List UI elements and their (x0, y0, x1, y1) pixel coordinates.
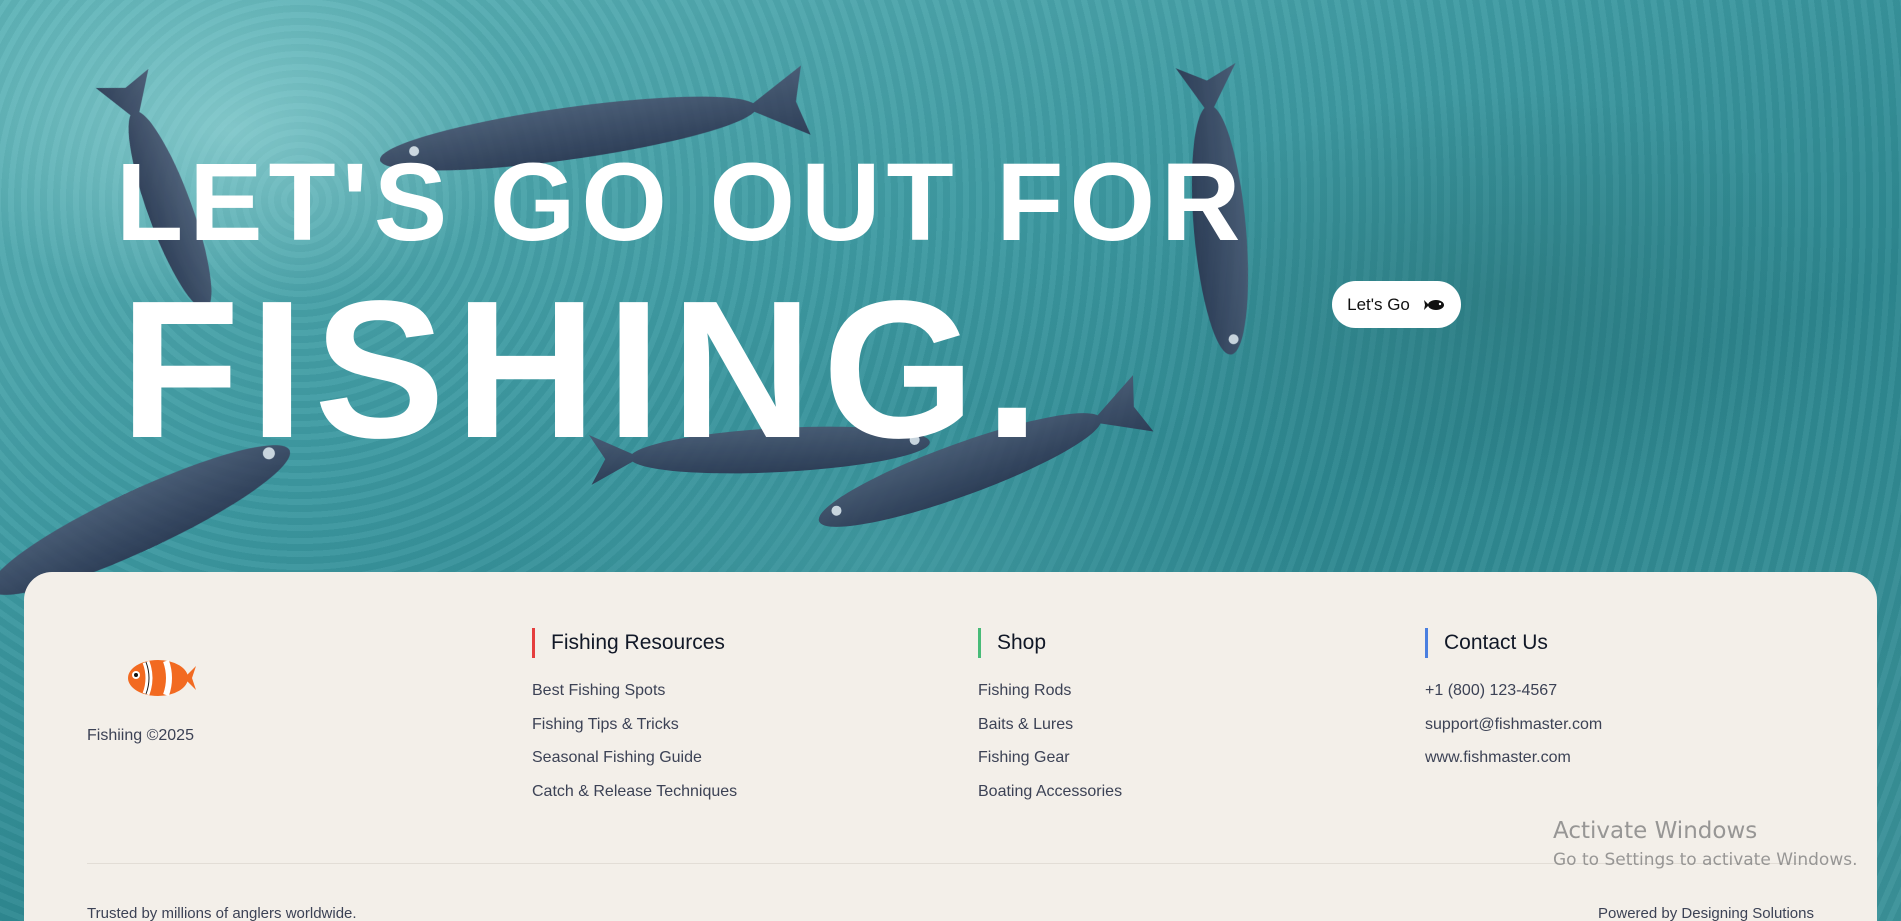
footer-column-heading: Fishing Resources (532, 628, 737, 658)
accent-bar (1425, 628, 1428, 658)
footer-credit: Powered by Designing Solutions (1598, 905, 1814, 921)
contact-website-link[interactable]: www.fishmaster.com (1425, 749, 1602, 783)
lets-go-label: Let's Go (1347, 294, 1410, 314)
footer-link-fishing-rods[interactable]: Fishing Rods (978, 682, 1122, 716)
heading-label: Contact Us (1444, 631, 1548, 654)
footer-link-seasonal-guide[interactable]: Seasonal Fishing Guide (532, 749, 737, 783)
contact-phone-link[interactable]: +1 (800) 123-4567 (1425, 682, 1602, 716)
footer-link-baits-lures[interactable]: Baits & Lures (978, 716, 1122, 750)
watermark-title: Activate Windows (1553, 818, 1758, 844)
footer-link-fishing-gear[interactable]: Fishing Gear (978, 749, 1122, 783)
heading-label: Shop (997, 631, 1047, 654)
accent-bar (978, 628, 981, 658)
footer-link-catch-release[interactable]: Catch & Release Techniques (532, 783, 737, 817)
footer-column-heading: Shop (978, 628, 1122, 658)
footer-column-contact: Contact Us +1 (800) 123-4567 support@fis… (1425, 628, 1602, 783)
activate-windows-watermark: Activate Windows Go to Settings to activ… (1553, 818, 1858, 870)
heading-label: Fishing Resources (551, 631, 725, 654)
footer-link-boating-accessories[interactable]: Boating Accessories (978, 783, 1122, 817)
clownfish-logo-icon (128, 660, 196, 696)
footer-link-fishing-tips[interactable]: Fishing Tips & Tricks (532, 716, 737, 750)
hero-headline-line2: FISHING. (120, 260, 1050, 479)
lets-go-button[interactable]: Let's Go (1332, 281, 1461, 328)
footer-column-heading: Contact Us (1425, 628, 1602, 658)
contact-email-link[interactable]: support@fishmaster.com (1425, 716, 1602, 750)
accent-bar (532, 628, 535, 658)
brand-copyright: Fishiing ©2025 (87, 727, 194, 744)
footer-link-best-fishing-spots[interactable]: Best Fishing Spots (532, 682, 737, 716)
footer-column-resources: Fishing Resources Best Fishing Spots Fis… (532, 628, 737, 816)
footer-tagline: Trusted by millions of anglers worldwide… (87, 905, 357, 921)
fish-icon (1423, 299, 1444, 310)
watermark-subtitle: Go to Settings to activate Windows. (1553, 850, 1858, 870)
footer-column-shop: Shop Fishing Rods Baits & Lures Fishing … (978, 628, 1122, 816)
hero-headline-line1: LET'S GO OUT FOR (116, 141, 1247, 264)
